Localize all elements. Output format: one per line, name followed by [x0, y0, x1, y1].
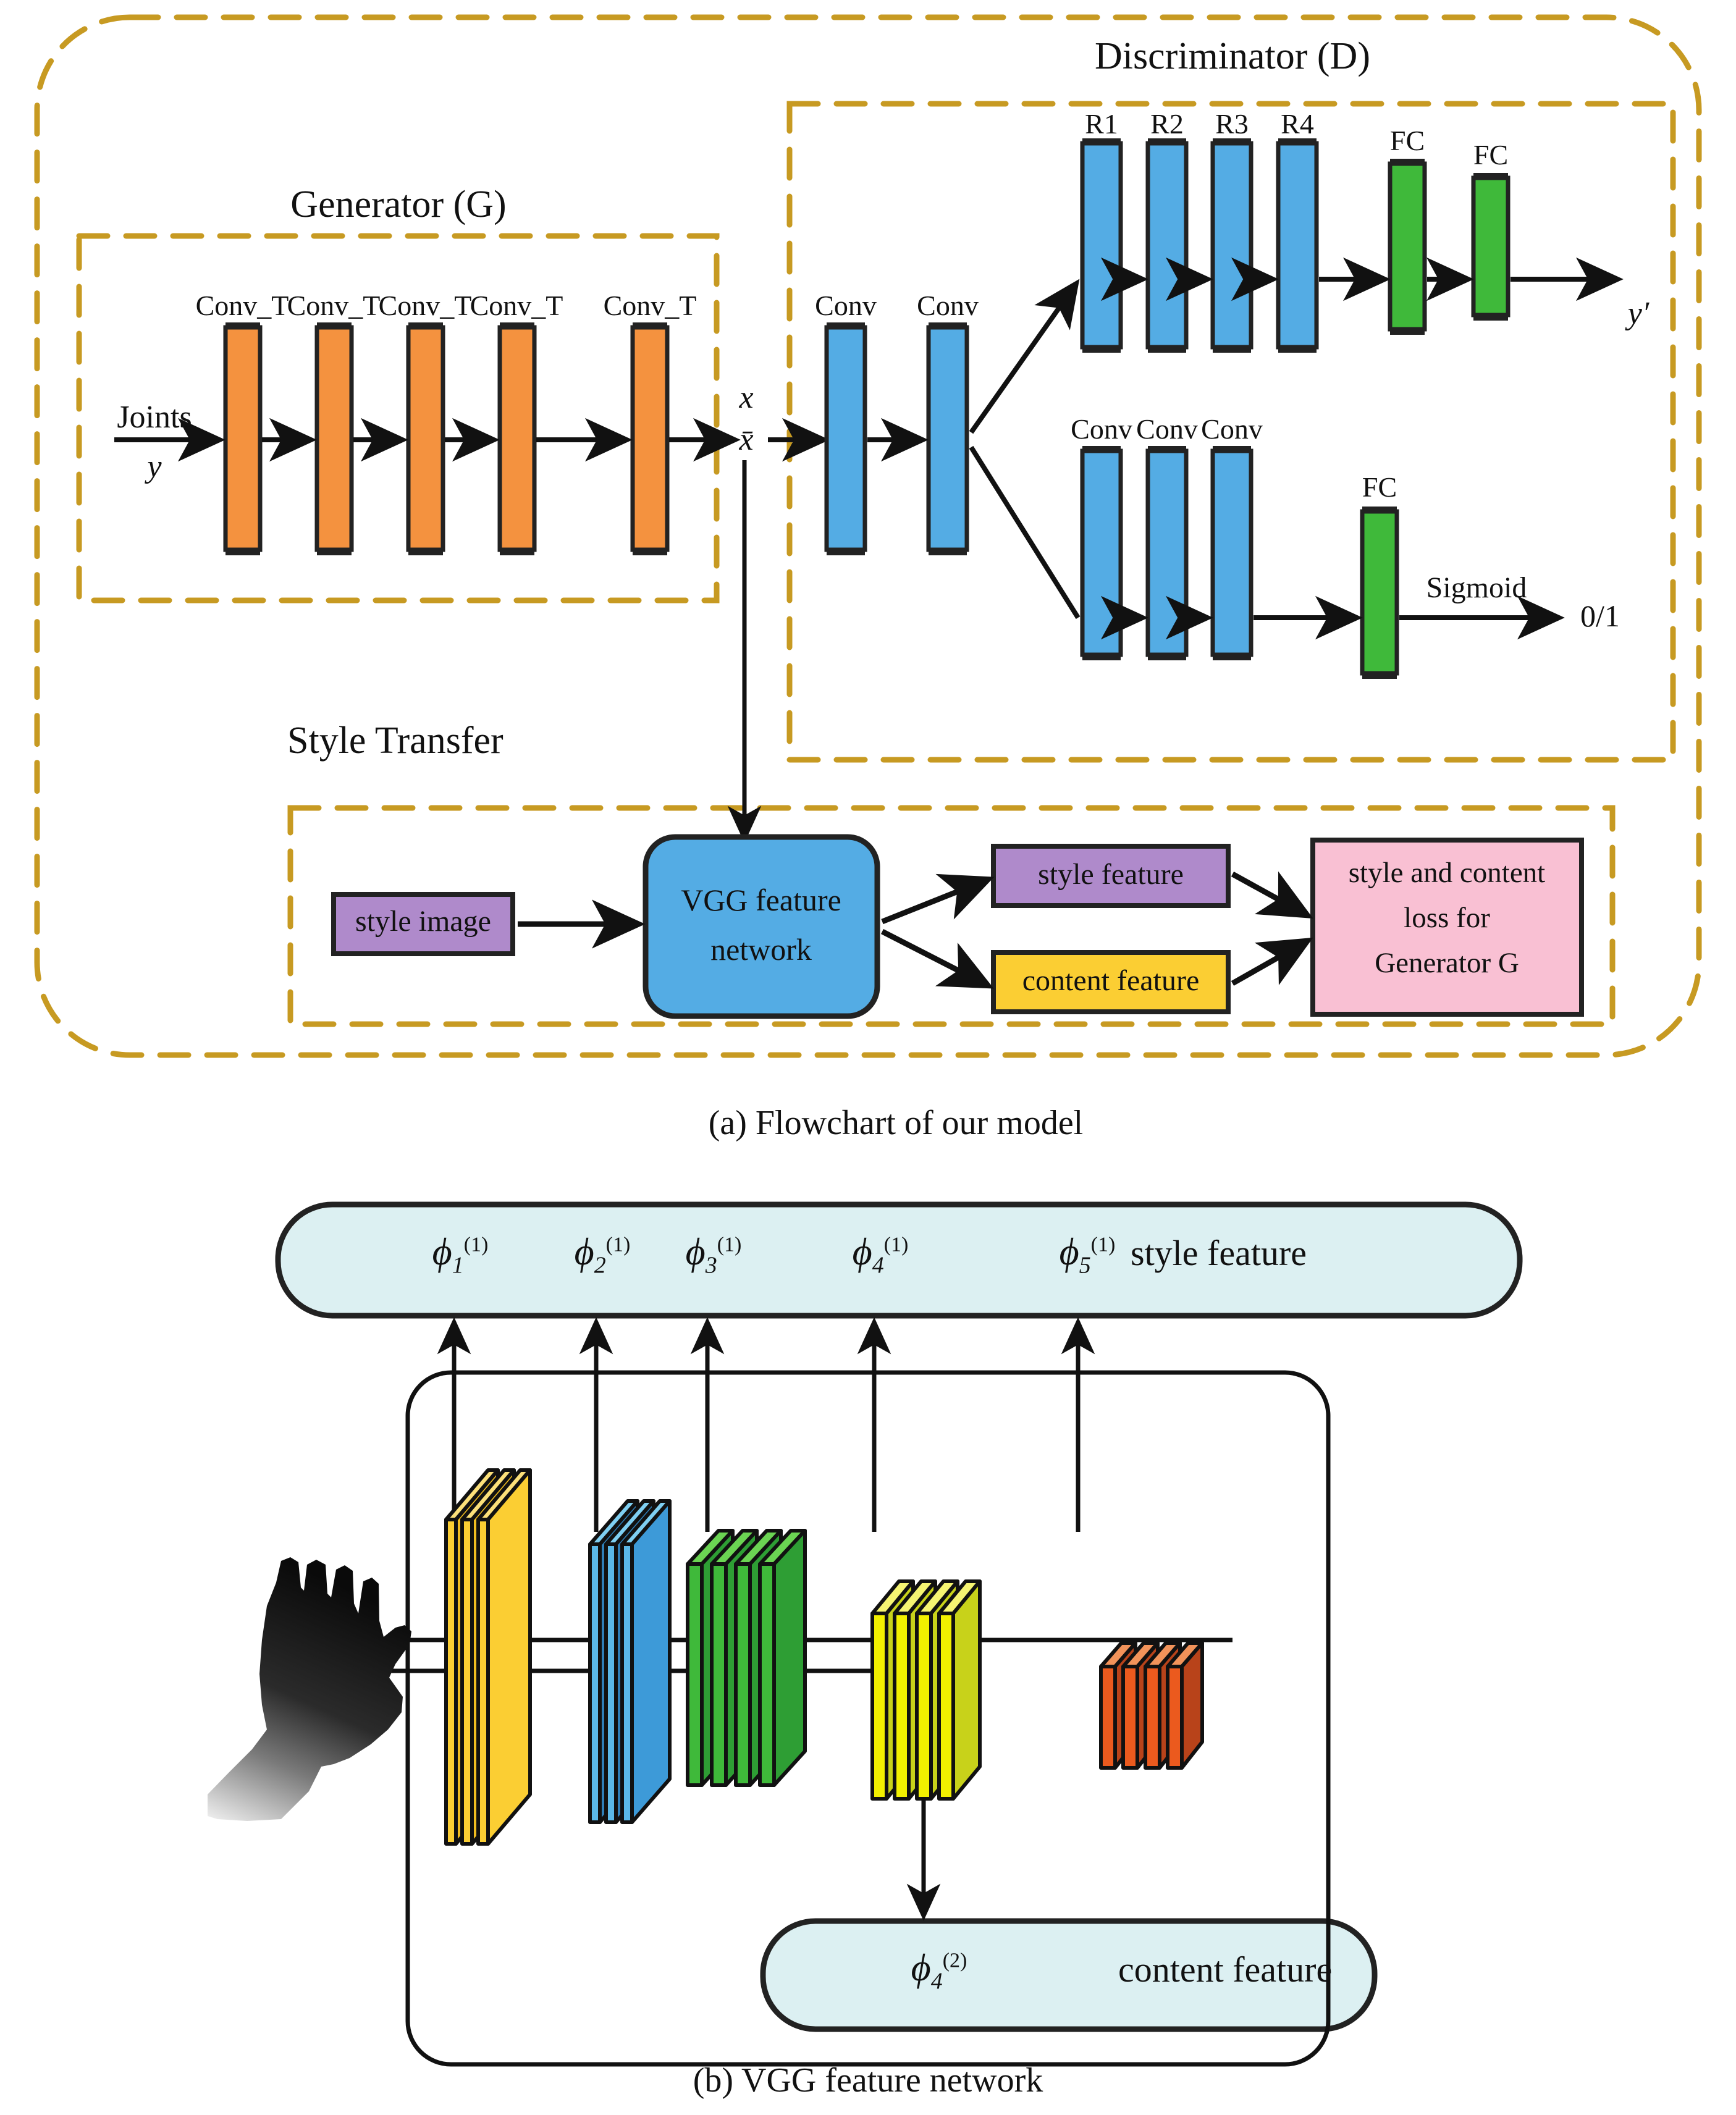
phi-sub: 1	[452, 1252, 464, 1279]
vgg-slab	[758, 1529, 807, 1787]
vgg-box-label-line2: network	[710, 932, 812, 967]
pose-branch-output-symbol: y′	[1627, 296, 1650, 331]
generator-title: Generator (G)	[290, 183, 507, 225]
vgg-group-2	[588, 1499, 672, 1824]
shared-conv-1	[824, 322, 867, 555]
style-feature-symbol-2: ϕ2(1)	[575, 1233, 631, 1277]
shared-conv-2	[926, 322, 969, 555]
pose-block-label-FC-1: FC	[1389, 125, 1425, 156]
style-feature-symbol-5: ϕ5(1)	[1060, 1233, 1116, 1277]
style-feature-symbol-1: ϕ1(1)	[432, 1233, 489, 1277]
caption-b: (b) VGG feature network	[693, 2061, 1043, 2100]
discriminator-split-arrows	[969, 279, 1081, 620]
rf-block-label-FC: FC	[1362, 471, 1397, 503]
rf-block-label-2: Conv	[1136, 413, 1198, 445]
pose-block-label-R4: R4	[1281, 108, 1314, 140]
content-feature-box-label: content feature	[1022, 964, 1200, 997]
rf-conv-2	[1145, 446, 1189, 660]
style-feature-box-label: style feature	[1038, 858, 1184, 891]
phi-sup: (1)	[463, 1233, 489, 1256]
figure-root: Generator (G) Discriminator (D) Style Tr…	[0, 0, 1736, 2115]
phi-sub: 5	[1079, 1252, 1091, 1279]
generator-output-symbol-x: x	[739, 380, 754, 415]
phi-sub: 4	[872, 1252, 884, 1279]
realfake-branch-blocks	[1080, 446, 1565, 679]
generator-layer-label-1: Conv_T	[195, 290, 289, 321]
generator-block-3	[406, 322, 445, 555]
phi-glyph: ϕ	[685, 1231, 706, 1273]
style-feature-symbol-4: ϕ4(1)	[853, 1233, 909, 1277]
content-feature-symbol: ϕ4(2)	[911, 1949, 967, 1993]
style-feature-tap-arrows	[437, 1317, 1095, 1532]
generator-layer-label-5: Conv_T	[603, 290, 697, 321]
phi-sup: (1)	[717, 1233, 742, 1256]
block-FC-2	[1471, 173, 1511, 321]
block-R2	[1145, 138, 1189, 353]
rf-branch-output-symbol: 0/1	[1580, 599, 1620, 633]
loss-box-label-line2: loss for	[1404, 902, 1490, 934]
phi-sup: (1)	[605, 1233, 631, 1256]
block-R3	[1210, 138, 1254, 353]
sigmoid-label: Sigmoid	[1426, 571, 1527, 604]
rf-block-label-3: Conv	[1201, 413, 1263, 445]
shared-conv-label-2: Conv	[917, 290, 979, 321]
generator-block-1	[223, 322, 263, 555]
block-FC-1	[1388, 159, 1427, 335]
phi-glyph: ϕ	[574, 1231, 594, 1273]
vgg-group-3	[686, 1529, 807, 1787]
phi-glyph: ϕ	[432, 1231, 452, 1273]
vgg-group-5	[1099, 1641, 1204, 1770]
shared-conv-label-1: Conv	[815, 290, 877, 321]
rf-fc	[1360, 507, 1399, 679]
generator-layer-label-4: Conv_T	[470, 290, 563, 321]
vgg-slab	[937, 1579, 982, 1801]
phi-sup: (1)	[883, 1233, 909, 1256]
phi-sub: 2	[594, 1252, 606, 1279]
vgg-slab	[1166, 1641, 1204, 1770]
generator-block-2	[314, 322, 354, 555]
phi-sub: 3	[705, 1252, 717, 1279]
pose-block-label-R2: R2	[1150, 108, 1184, 140]
loss-box-label-line3: Generator G	[1375, 947, 1519, 979]
generator-input-symbol: y	[147, 449, 162, 484]
hand-depth-image	[208, 1557, 411, 1821]
generator-input-label: Joints	[117, 400, 192, 435]
vgg-slab	[476, 1468, 532, 1846]
phi-glyph: ϕ	[911, 1947, 931, 1989]
caption-a: (a) Flowchart of our model	[708, 1104, 1084, 1142]
vgg-feature-network-box	[643, 834, 880, 1019]
style-feature-symbol-3: ϕ3(1)	[686, 1233, 742, 1277]
generator-layer-label-2: Conv_T	[287, 290, 381, 321]
style-transfer-title: Style Transfer	[287, 720, 504, 762]
vgg-group-1	[444, 1468, 532, 1846]
block-R1	[1080, 138, 1123, 353]
pose-block-label-FC-2: FC	[1473, 139, 1509, 170]
rf-conv-3	[1210, 446, 1254, 660]
generator-layer-label-3: Conv_T	[378, 290, 472, 321]
vgg-box-label-line1: VGG feature	[681, 883, 841, 917]
discriminator-title: Discriminator (D)	[1095, 35, 1370, 77]
block-R4	[1276, 138, 1319, 353]
loss-box-label-line1: style and content	[1348, 857, 1546, 889]
phi-sub: 4	[930, 1968, 943, 1995]
pose-branch-blocks	[1080, 138, 1624, 353]
generator-output-symbol-xbar: x̄	[739, 422, 754, 457]
generator-block-5	[630, 322, 670, 555]
rf-conv-1	[1080, 446, 1123, 660]
vgg-slab	[620, 1499, 672, 1824]
content-feature-bar-label: content feature	[1118, 1949, 1333, 1990]
pose-block-label-R3: R3	[1215, 108, 1249, 140]
vgg-group-4	[870, 1579, 982, 1801]
generator-block-4	[497, 322, 537, 555]
pose-block-label-R1: R1	[1085, 108, 1118, 140]
style-image-box-label: style image	[355, 905, 491, 938]
style-feature-bar-label: style feature	[1131, 1233, 1307, 1273]
rf-block-label-1: Conv	[1071, 413, 1132, 445]
phi-glyph: ϕ	[1059, 1231, 1079, 1273]
phi-sup: (2)	[942, 1949, 967, 1972]
discriminator-shared-convs	[824, 322, 969, 555]
phi-sup: (1)	[1090, 1233, 1116, 1256]
phi-glyph: ϕ	[852, 1231, 872, 1273]
